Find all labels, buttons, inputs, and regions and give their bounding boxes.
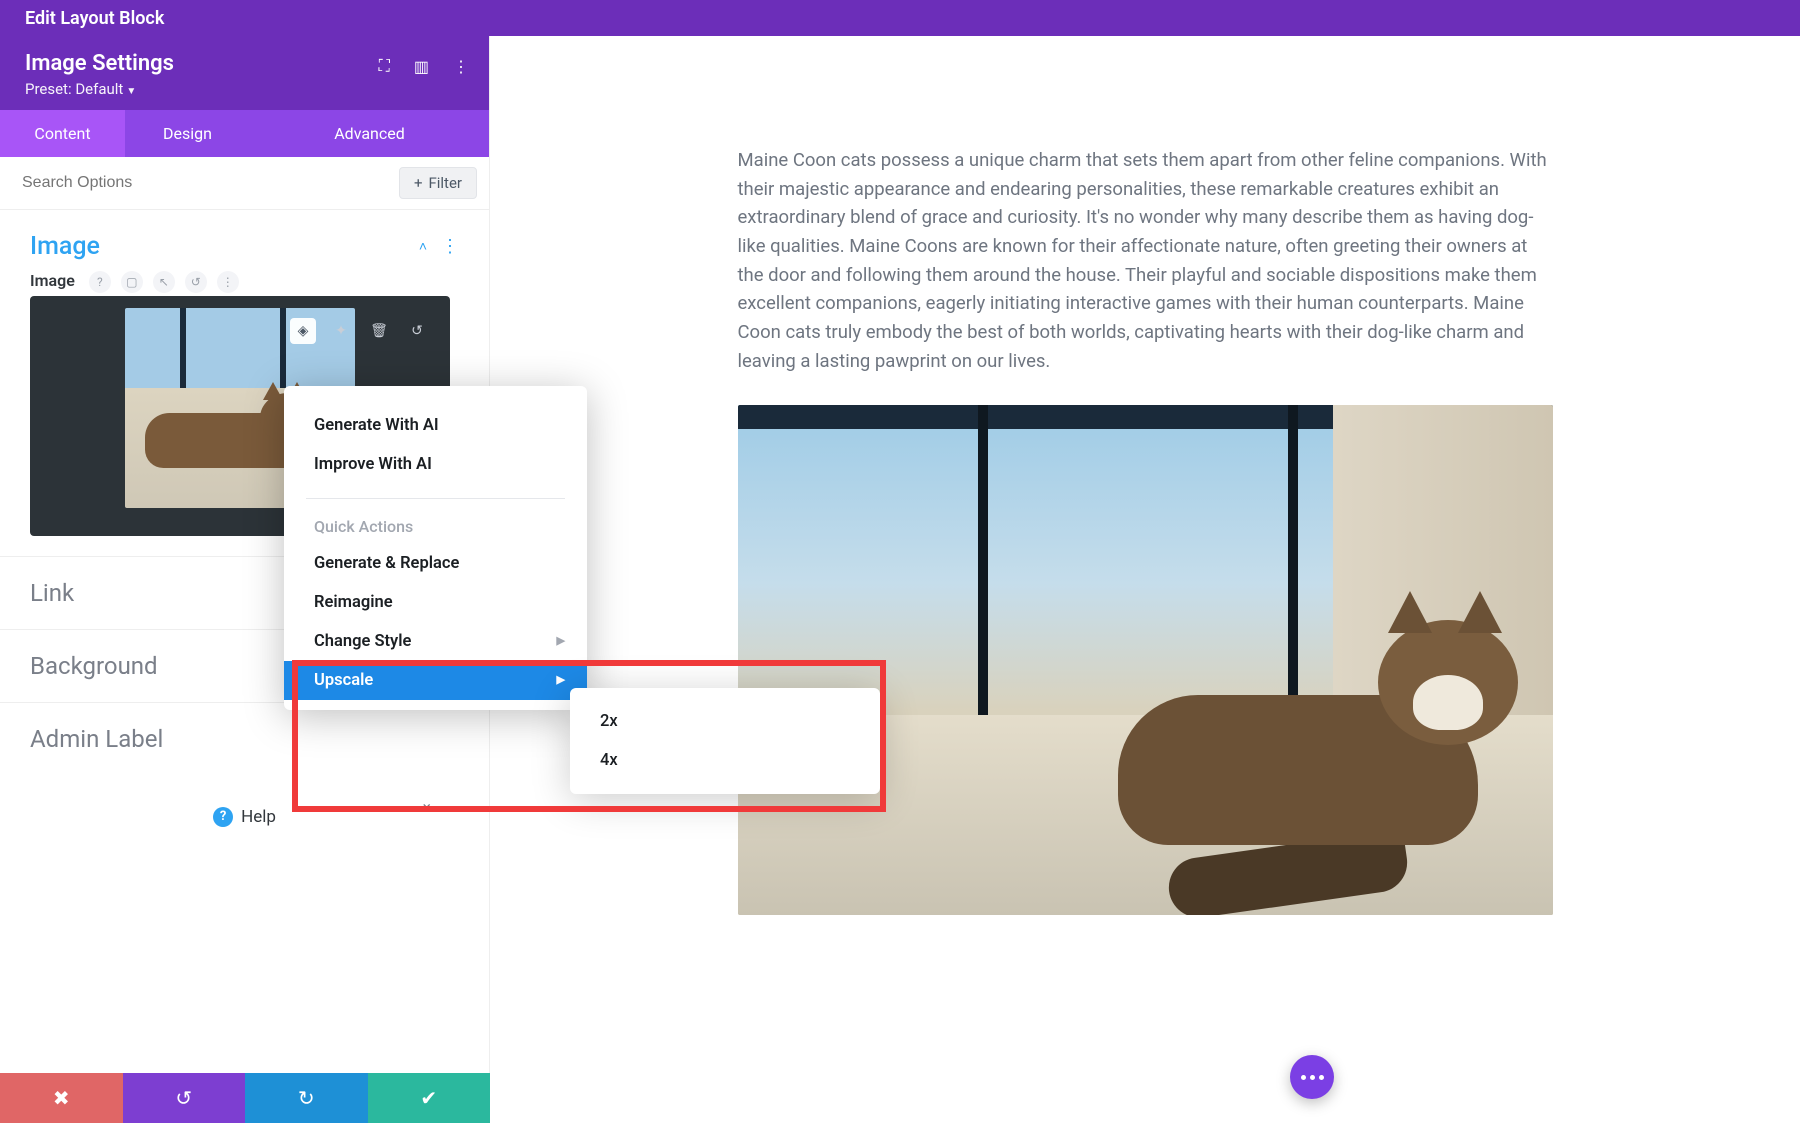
menu-upscale[interactable]: Upscale	[284, 661, 587, 700]
menu-generate-ai[interactable]: Generate With AI	[284, 406, 587, 445]
help-row: ? Help	[0, 775, 489, 857]
caret-down-icon: ▼	[126, 86, 136, 97]
plus-icon: +	[414, 174, 423, 192]
article-block: Maine Coon cats possess a unique charm t…	[738, 146, 1553, 915]
search-row: + Filter	[0, 157, 489, 210]
article-image[interactable]	[738, 405, 1553, 915]
ai-context-menu: Generate With AI Improve With AI Quick A…	[284, 386, 587, 710]
upscale-submenu: 2x 4x	[570, 688, 880, 794]
menu-change-style[interactable]: Change Style	[284, 622, 587, 661]
section-more-icon[interactable]: ⋮	[441, 236, 459, 257]
menu-improve-ai[interactable]: Improve With AI	[284, 445, 587, 484]
preset-selector[interactable]: Preset: Default▼	[25, 80, 464, 98]
help-label: Help	[241, 807, 276, 827]
preset-label: Preset: Default	[25, 80, 123, 98]
help-link[interactable]: ? Help	[213, 807, 276, 827]
help-badge-icon: ?	[213, 807, 233, 827]
undo-icon[interactable]: ↺	[404, 318, 430, 344]
upscale-2x[interactable]: 2x	[570, 702, 880, 741]
upscale-4x[interactable]: 4x	[570, 741, 880, 780]
top-bar: Edit Layout Block	[0, 0, 1800, 36]
more-icon[interactable]: ⋮	[453, 57, 469, 76]
reset-icon[interactable]: ↺	[185, 271, 207, 293]
section-image-title: Image	[30, 232, 100, 261]
search-input[interactable]	[12, 168, 389, 198]
chevron-up-icon: ˄	[419, 238, 427, 255]
settings-icon[interactable]: ✦	[328, 318, 354, 344]
cursor-icon[interactable]: ↖	[153, 271, 175, 293]
top-bar-title: Edit Layout Block	[25, 8, 164, 29]
chevron-down-icon[interactable]: ⌄	[420, 793, 433, 812]
tab-design[interactable]: Design	[125, 110, 250, 157]
tab-content[interactable]: Content	[0, 110, 125, 157]
image-field-label: Image	[30, 271, 75, 290]
ai-icon[interactable]: ◈	[290, 318, 316, 344]
tab-advanced[interactable]: Advanced	[250, 110, 489, 157]
menu-generate-replace[interactable]: Generate & Replace	[284, 544, 587, 583]
section-admin-label[interactable]: Admin Label	[0, 702, 489, 775]
settings-tabs: Content Design Advanced	[0, 110, 489, 157]
footer-redo-button[interactable]: ↻	[245, 1073, 368, 1123]
focus-icon[interactable]: ⛶	[379, 56, 390, 76]
footer-undo-button[interactable]: ↺	[123, 1073, 246, 1123]
delete-icon[interactable]: 🗑	[366, 318, 392, 344]
footer-actions: ✖ ↺ ↻ ✔	[0, 1073, 490, 1123]
section-image-toggle[interactable]: Image ˄ ⋮	[0, 210, 489, 271]
menu-heading-quick: Quick Actions	[284, 513, 587, 544]
close-button[interactable]: ✖	[0, 1073, 123, 1123]
device-icon[interactable]: ▢	[121, 271, 143, 293]
page-canvas: Maine Coon cats possess a unique charm t…	[490, 36, 1800, 1123]
columns-icon[interactable]: ▥	[414, 57, 429, 76]
filter-button[interactable]: + Filter	[399, 167, 477, 199]
menu-divider	[306, 498, 565, 499]
panel-header: Image Settings Preset: Default▼ ⛶ ▥ ⋮	[0, 36, 489, 110]
floating-action-button[interactable]	[1290, 1055, 1334, 1099]
filter-label: Filter	[428, 174, 462, 192]
field-more-icon[interactable]: ⋮	[217, 271, 239, 293]
help-icon[interactable]: ?	[89, 271, 111, 293]
article-paragraph: Maine Coon cats possess a unique charm t…	[738, 146, 1553, 375]
save-button[interactable]: ✔	[368, 1073, 491, 1123]
menu-reimagine[interactable]: Reimagine	[284, 583, 587, 622]
